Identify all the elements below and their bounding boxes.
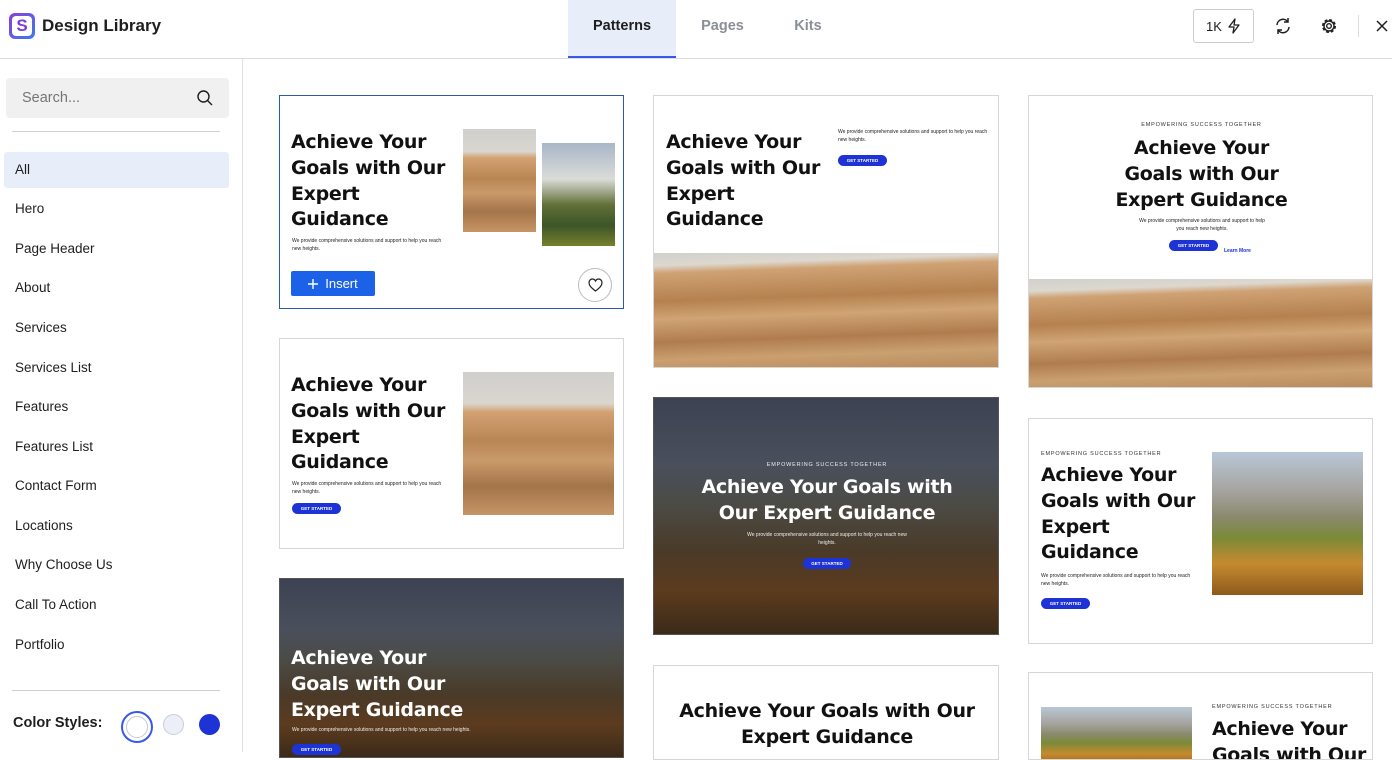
pattern-headline: Achieve Your Goals with Our	[1212, 718, 1367, 760]
pattern-card[interactable]: EMPOWERING SUCCESS TOGETHER Achieve Your…	[1028, 95, 1373, 388]
sidebar-divider-bottom	[12, 690, 220, 691]
heart-icon	[587, 278, 603, 292]
category-page-header[interactable]: Page Header	[4, 231, 229, 267]
pattern-card[interactable]: Achieve Your Goals with Our Expert Guidanc…	[653, 95, 999, 368]
pattern-body: We provide comprehensive solutions and s…	[838, 129, 988, 143]
pattern-headline: Achieve Your Goals with Our Expert Guidan…	[679, 700, 975, 748]
category-contact-form[interactable]: Contact Form	[4, 468, 229, 504]
pattern-eyebrow: EMPOWERING SUCCESS TOGETHER	[1041, 451, 1162, 457]
get-started-button: GET STARTED	[838, 155, 887, 166]
category-services-list[interactable]: Services List	[4, 350, 229, 386]
mountain-autumn-image	[1212, 452, 1363, 595]
sidebar: All Hero Page Header About Services Serv…	[0, 59, 243, 752]
app-logo-icon: S	[9, 13, 35, 39]
insert-label: Insert	[325, 276, 358, 291]
get-started-button: GET STARTED	[803, 558, 851, 569]
bolt-icon	[1228, 18, 1240, 34]
gear-icon	[1321, 18, 1337, 34]
favorite-button[interactable]	[578, 268, 612, 302]
pattern-headline: Achieve Your Goals with Our Expert Guidanc…	[1041, 464, 1196, 564]
pattern-body: We provide comprehensive solutions and s…	[292, 727, 471, 733]
pattern-body: We provide comprehensive solutions and s…	[1139, 218, 1265, 232]
pattern-eyebrow: EMPOWERING SUCCESS TOGETHER	[1212, 704, 1333, 710]
pattern-headline: Achieve Your Goals with Our Expert Guidan…	[1115, 137, 1288, 211]
desert-image	[463, 372, 614, 515]
color-styles-label: Color Styles:	[13, 715, 103, 731]
color-swatch-light[interactable]	[121, 711, 153, 743]
pattern-body: We provide comprehensive solutions and s…	[292, 238, 442, 252]
pattern-card[interactable]: Achieve Your Goals with Our Expert Guidan…	[279, 578, 624, 758]
pattern-card[interactable]: EMPOWERING SUCCESS TOGETHER Achieve Your…	[1028, 672, 1373, 760]
category-about[interactable]: About	[4, 270, 229, 306]
pattern-body: We provide comprehensive solutions and s…	[292, 481, 442, 495]
category-why-choose-us[interactable]: Why Choose Us	[4, 547, 229, 583]
refresh-icon	[1276, 18, 1290, 34]
mountain-autumn-image	[1041, 707, 1192, 759]
close-button[interactable]	[1372, 12, 1392, 40]
app-title: Design Library	[42, 16, 162, 35]
pattern-headline: Achieve Your Goals with Our Expert Guidanc…	[291, 374, 446, 474]
pattern-eyebrow: EMPOWERING SUCCESS TOGETHER	[766, 462, 888, 468]
toolbar-divider	[1358, 15, 1359, 37]
desert-banner-image	[1029, 279, 1372, 387]
get-started-button: GET STARTED	[292, 744, 341, 755]
credits-label: 1K	[1206, 18, 1222, 34]
plus-icon	[308, 278, 319, 289]
credits-button[interactable]: 1K	[1193, 9, 1254, 43]
pattern-card[interactable]: Achieve Your Goals with Our Expert Guidanc…	[279, 338, 624, 549]
sidebar-divider	[12, 131, 220, 132]
pattern-eyebrow: EMPOWERING SUCCESS TOGETHER	[1141, 122, 1262, 128]
category-locations[interactable]: Locations	[4, 508, 229, 544]
get-started-button: GET STARTED	[292, 503, 341, 514]
tab-patterns[interactable]: Patterns	[568, 0, 676, 58]
category-features-list[interactable]: Features List	[4, 429, 229, 465]
pattern-card[interactable]: Achieve Your Goals with Our Expert Guidanc…	[279, 95, 624, 309]
pattern-body: We provide comprehensive solutions and s…	[1041, 573, 1191, 587]
desert-image	[463, 129, 536, 232]
insert-button[interactable]: Insert	[291, 271, 375, 296]
category-all[interactable]: All	[4, 152, 229, 188]
get-started-button: GET STARTED	[1169, 240, 1218, 251]
pattern-card[interactable]: Achieve Your Goals with Our Expert Guidan…	[653, 665, 999, 760]
search-icon[interactable]	[196, 89, 214, 107]
pattern-headline: Achieve Your Goals with Our Expert Guidan…	[291, 647, 464, 721]
pattern-body: We provide comprehensive solutions and s…	[747, 532, 907, 546]
color-swatch-pale[interactable]	[163, 714, 184, 735]
tab-kits[interactable]: Kits	[769, 0, 847, 58]
pattern-card[interactable]: EMPOWERING SUCCESS TOGETHER Achieve Your…	[653, 397, 999, 635]
category-services[interactable]: Services	[4, 310, 229, 346]
search-input[interactable]	[6, 78, 186, 118]
category-hero[interactable]: Hero	[4, 191, 229, 227]
learn-more-link: Learn More	[1224, 248, 1251, 254]
forest-cliff-image	[542, 143, 615, 246]
pattern-card[interactable]: EMPOWERING SUCCESS TOGETHER Achieve Your…	[1028, 418, 1373, 644]
pattern-headline: Achieve Your Goals with Our Expert Guidanc…	[291, 131, 446, 231]
close-icon	[1376, 20, 1388, 32]
get-started-button: GET STARTED	[1041, 598, 1090, 609]
color-swatch-blue[interactable]	[199, 714, 220, 735]
search-box	[6, 78, 229, 118]
category-portfolio[interactable]: Portfolio	[4, 627, 229, 663]
top-bar: S Design Library Patterns Pages Kits 1K	[0, 0, 1392, 59]
pattern-headline: Achieve Your Goals with Our Expert Guidan…	[701, 476, 953, 524]
refresh-button[interactable]	[1269, 12, 1297, 40]
tab-pages[interactable]: Pages	[676, 0, 769, 58]
category-call-to-action[interactable]: Call To Action	[4, 587, 229, 623]
pattern-headline: Achieve Your Goals with Our Expert Guidanc…	[666, 131, 821, 231]
desert-banner-image	[654, 253, 998, 367]
settings-button[interactable]	[1315, 12, 1343, 40]
category-features[interactable]: Features	[4, 389, 229, 425]
